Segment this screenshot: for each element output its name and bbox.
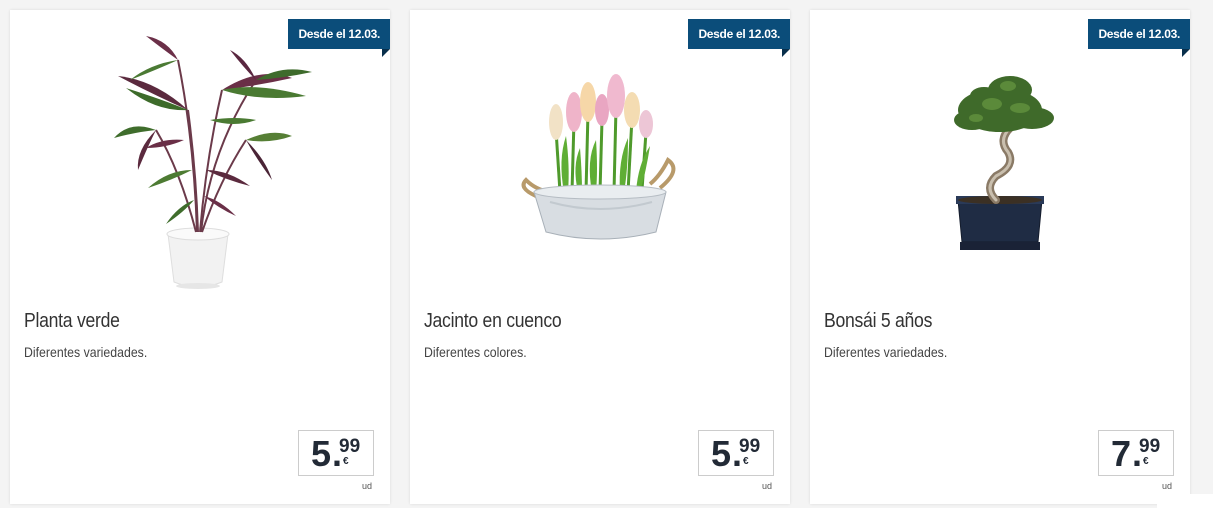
- price-decimals: 99: [739, 436, 761, 457]
- product-description: Diferentes variedades.: [824, 344, 948, 360]
- product-card-planta-verde[interactable]: Desde el 12.03. Planta verde Diferentes …: [10, 10, 390, 504]
- price-box: 7 . 99 €: [1098, 430, 1174, 476]
- price-integer: 5: [711, 433, 732, 474]
- plant-image[interactable]: [60, 20, 340, 300]
- price-decimals: 99: [339, 436, 361, 457]
- currency-symbol: €: [743, 456, 749, 467]
- bonsai-image[interactable]: [860, 20, 1140, 300]
- price-integer: 5: [311, 433, 332, 474]
- price-unit: ud: [361, 481, 372, 491]
- product-title[interactable]: Jacinto en cuenco: [424, 310, 562, 333]
- availability-badge: Desde el 12.03.: [1088, 19, 1190, 57]
- product-description: Diferentes colores.: [424, 344, 527, 360]
- price-unit: ud: [761, 481, 772, 491]
- currency-symbol: €: [1143, 456, 1149, 467]
- price-unit: ud: [1161, 481, 1172, 491]
- hyacinth-image[interactable]: [460, 20, 740, 300]
- price-box: 5 . 99 €: [698, 430, 774, 476]
- page-corner: [1157, 494, 1213, 508]
- product-description: Diferentes variedades.: [24, 344, 148, 360]
- price-integer: 7: [1111, 433, 1132, 474]
- currency-symbol: €: [343, 456, 349, 467]
- price-box: 5 . 99 €: [298, 430, 374, 476]
- price-decimals: 99: [1139, 436, 1161, 457]
- product-title[interactable]: Planta verde: [24, 310, 120, 333]
- availability-badge: Desde el 12.03.: [688, 19, 790, 57]
- product-card-jacinto[interactable]: Desde el 12.03. Jacinto en cuenco Difere…: [410, 10, 790, 504]
- product-card-bonsai[interactable]: Desde el 12.03. Bonsái 5 años Diferentes…: [810, 10, 1190, 504]
- product-title[interactable]: Bonsái 5 años: [824, 310, 932, 333]
- availability-badge: Desde el 12.03.: [288, 19, 390, 57]
